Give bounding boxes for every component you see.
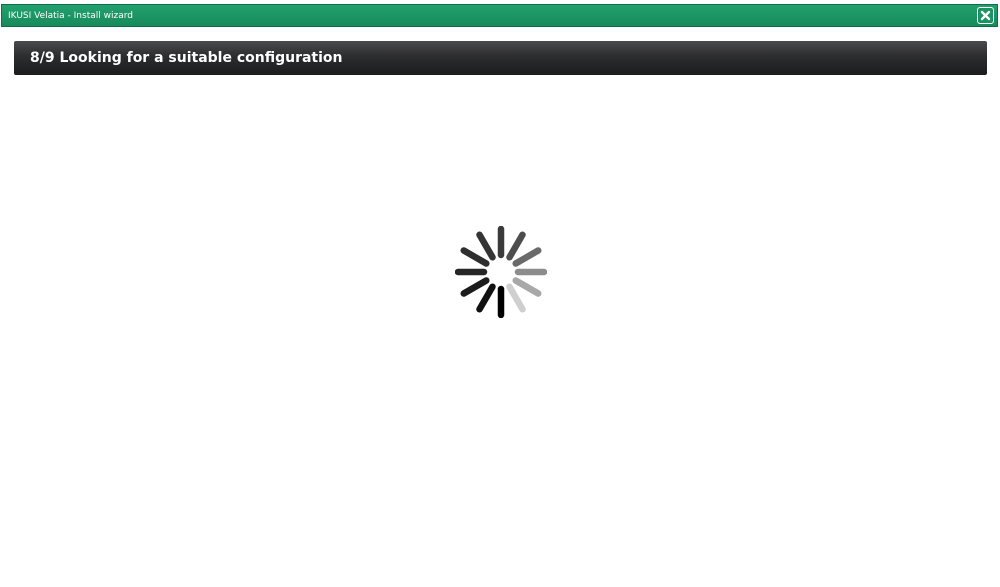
step-header: 8/9 Looking for a suitable configuration <box>14 41 987 75</box>
loading-spinner-icon <box>455 226 547 318</box>
close-icon <box>980 10 991 21</box>
window-title: IKUSI Velatia - Install wizard <box>8 10 133 21</box>
install-wizard-window: IKUSI Velatia - Install wizard 8/9 Looki… <box>0 0 1000 587</box>
spinner-spoke <box>506 283 526 313</box>
spinner-spoke <box>476 283 496 313</box>
spinner-spoke <box>512 247 542 267</box>
close-button[interactable] <box>977 7 994 24</box>
spinner-spoke <box>460 247 490 267</box>
spinner-spoke <box>476 231 496 261</box>
window-titlebar: IKUSI Velatia - Install wizard <box>1 4 998 27</box>
spinner-spoke <box>506 231 526 261</box>
spinner-spoke <box>460 277 490 297</box>
spinner-spoke <box>512 277 542 297</box>
step-title: 8/9 Looking for a suitable configuration <box>30 50 343 66</box>
